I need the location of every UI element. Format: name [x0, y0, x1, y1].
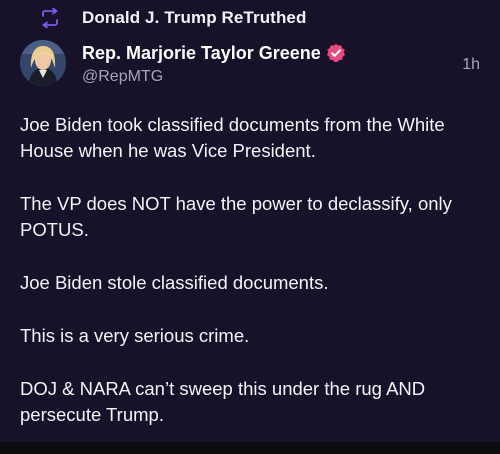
- post-paragraph: DOJ & NARA can’t sweep this under the ru…: [20, 378, 426, 425]
- author-display-name[interactable]: Rep. Marjorie Taylor Greene: [82, 43, 321, 64]
- post-body: Joe Biden took classified documents from…: [20, 112, 482, 428]
- post-paragraph: The VP does NOT have the power to declas…: [20, 193, 452, 240]
- author-name-row: Rep. Marjorie Taylor Greene: [82, 42, 346, 64]
- truth-post-card[interactable]: Donald J. Trump ReTruthed Rep. Marjorie …: [0, 0, 500, 442]
- post-paragraph: Joe Biden took classified documents from…: [20, 114, 445, 161]
- retruth-header: Donald J. Trump ReTruthed: [38, 6, 306, 30]
- retruth-label[interactable]: Donald J. Trump ReTruthed: [82, 8, 306, 28]
- author-handle[interactable]: @RepMTG: [82, 68, 163, 86]
- post-paragraph: This is a very serious crime.: [20, 325, 250, 346]
- avatar[interactable]: [20, 40, 66, 86]
- verified-badge-icon: [326, 43, 346, 63]
- post-timestamp[interactable]: 1h: [462, 56, 480, 74]
- retruth-icon: [38, 8, 62, 28]
- post-paragraph: Joe Biden stole classified documents.: [20, 272, 329, 293]
